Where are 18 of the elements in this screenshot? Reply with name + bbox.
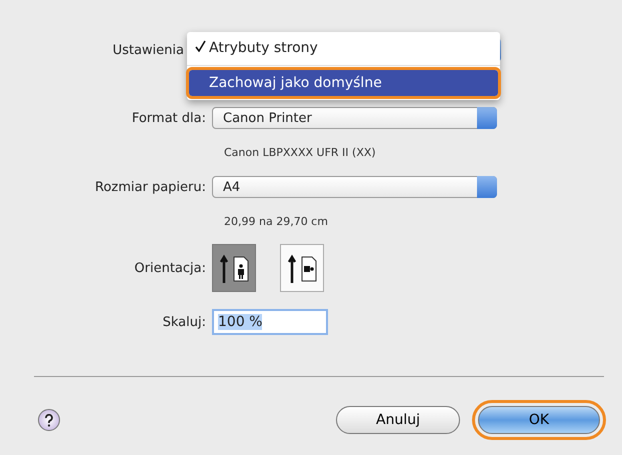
question-mark-icon (44, 414, 54, 426)
field-label: Format dla: (132, 110, 206, 128)
printer-popup[interactable]: Canon Printer (212, 107, 497, 129)
checkmark-icon (195, 40, 206, 52)
field-label: Orientacja: (134, 260, 206, 278)
orientation-button[interactable] (212, 244, 256, 292)
paper-dimensions: 20,99 na 29,70 cm (223, 214, 329, 230)
printer-model: Canon LBPXXXX UFR II (XX) (223, 144, 377, 160)
help-button[interactable] (38, 409, 60, 431)
menu-item[interactable]: Atrybuty strony (189, 35, 498, 61)
menu-item[interactable]: Zachowaj jako domyślne (189, 70, 498, 96)
cancel-button[interactable]: Anuluj (336, 406, 460, 434)
paper-size-popup[interactable]: A4 (212, 176, 497, 198)
field-label: Skaluj: (162, 314, 206, 332)
field-label: Rozmiar papieru: (95, 178, 206, 196)
orientation-button[interactable] (280, 244, 324, 292)
field-label: Ustawienia (112, 42, 184, 60)
scale-field[interactable]: 100 % (212, 309, 328, 335)
